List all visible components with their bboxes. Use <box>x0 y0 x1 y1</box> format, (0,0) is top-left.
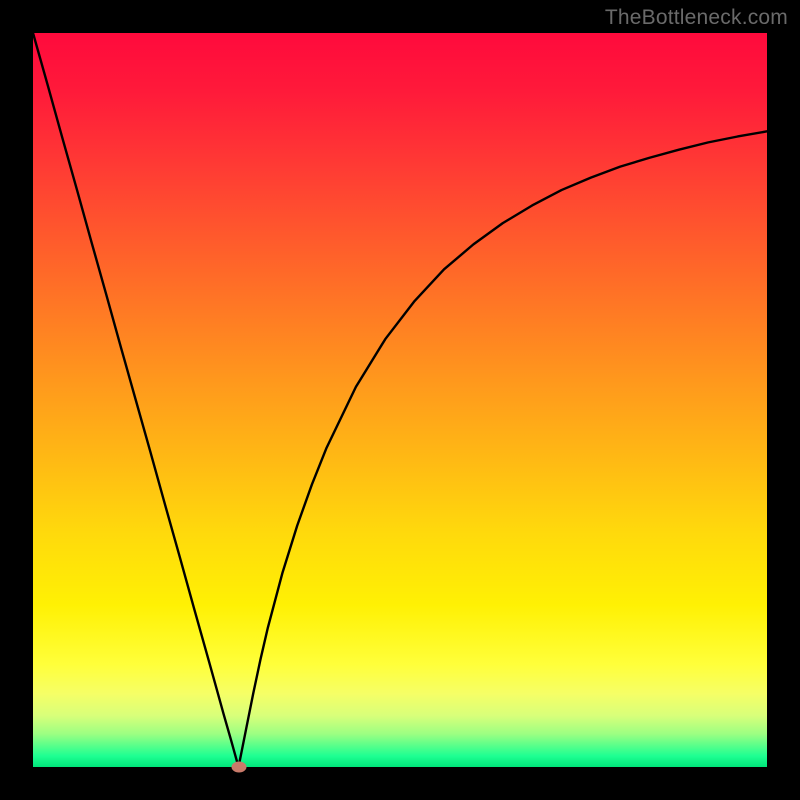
plot-area <box>33 33 767 767</box>
watermark-text: TheBottleneck.com <box>605 6 788 30</box>
chart-frame: TheBottleneck.com <box>0 0 800 800</box>
bottleneck-curve <box>33 33 767 767</box>
optimum-marker-dot <box>231 762 246 773</box>
